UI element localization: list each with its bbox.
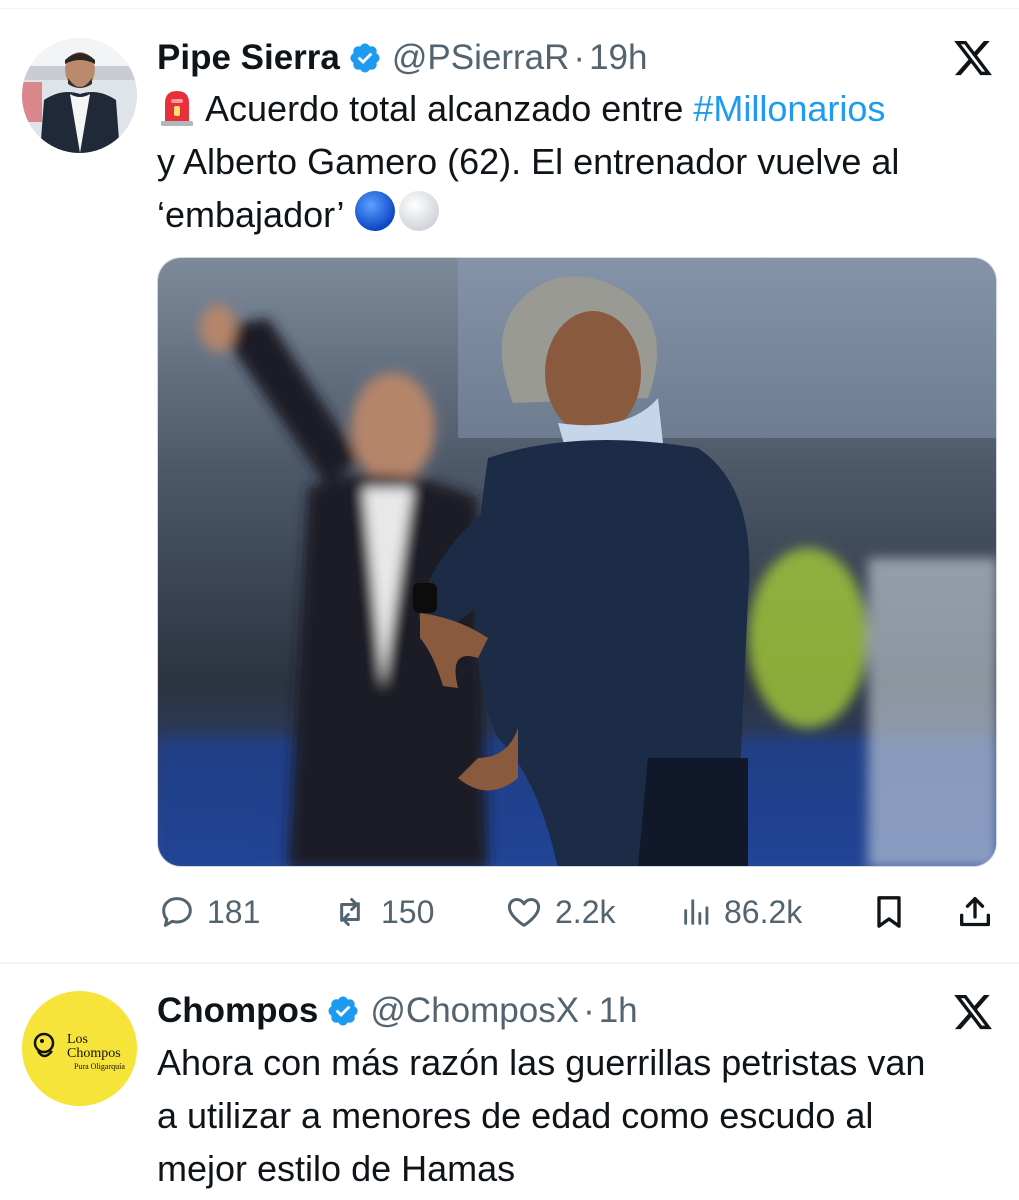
like-count: 2.2k bbox=[555, 893, 616, 930]
reply-icon bbox=[162, 897, 192, 927]
views-icon bbox=[684, 899, 709, 925]
heart-icon bbox=[507, 898, 541, 927]
tweet-pipe-sierra[interactable]: Pipe Sierra @PSierraR · 19h Acuerdo tota… bbox=[0, 0, 1019, 960]
white-circle-emoji bbox=[399, 191, 440, 231]
avatar-logo-tagline: Pura Oligarquía bbox=[74, 1062, 125, 1071]
timestamp[interactable]: 1h bbox=[599, 991, 638, 1031]
like-button[interactable]: 2.2k bbox=[503, 888, 615, 936]
tweet-actions: 181 150 2.2k 86.2k bbox=[157, 888, 1000, 936]
repost-icon bbox=[340, 898, 360, 926]
photo bbox=[158, 258, 996, 866]
display-name[interactable]: Pipe Sierra bbox=[157, 38, 340, 78]
verified-badge-icon[interactable] bbox=[348, 41, 382, 75]
repost-count: 150 bbox=[381, 893, 435, 930]
tweet-media-photo[interactable] bbox=[157, 257, 997, 867]
timestamp[interactable]: 19h bbox=[589, 38, 647, 78]
tweet-header: Chompos @ChomposX · 1h bbox=[157, 989, 638, 1033]
avatar-logo-line1: Los bbox=[67, 1032, 88, 1047]
share-icon bbox=[960, 897, 990, 927]
reply-button[interactable]: 181 bbox=[157, 888, 260, 936]
tweet-text-line: mejor estilo de Hamas bbox=[157, 1148, 516, 1189]
avatar[interactable]: Los Chompos Pura Oligarquía bbox=[22, 991, 137, 1106]
chompos-logo: Los Chompos Pura Oligarquía bbox=[22, 991, 137, 1106]
tweet-text-line: a utilizar a menores de edad como escudo… bbox=[157, 1095, 874, 1136]
avatar[interactable] bbox=[22, 38, 137, 153]
rotating-light-emoji bbox=[161, 91, 193, 126]
separator-dot: · bbox=[583, 991, 595, 1030]
verified-badge-icon[interactable] bbox=[326, 994, 360, 1028]
bookmark-icon bbox=[877, 896, 901, 928]
tweet-text-segment: ‘embajador’ bbox=[157, 194, 344, 235]
share-button[interactable] bbox=[955, 888, 995, 936]
separator-dot: · bbox=[573, 38, 586, 77]
avatar-logo-line2: Chompos bbox=[67, 1046, 121, 1061]
tweet-text: Acuerdo total alcanzado entre #Millonari… bbox=[157, 82, 1007, 241]
tweet-header: Pipe Sierra @PSierraR · 19h bbox=[157, 36, 647, 80]
tweet-text-line: Ahora con más razón las guerrillas petri… bbox=[157, 1042, 926, 1083]
profile-photo bbox=[22, 38, 137, 153]
hashtag-link[interactable]: #Millonarios bbox=[693, 88, 885, 129]
handle[interactable]: @ChomposX bbox=[370, 991, 579, 1031]
tweet-text-line: Acuerdo total alcanzado entre #Millonari… bbox=[157, 82, 1007, 135]
views-button[interactable]: 86.2k bbox=[680, 888, 802, 936]
x-logo-icon[interactable] bbox=[950, 37, 996, 79]
reply-count: 181 bbox=[207, 893, 261, 930]
tweet-text-segment: Acuerdo total alcanzado entre bbox=[205, 88, 694, 129]
display-name[interactable]: Chompos bbox=[157, 991, 318, 1031]
views-count: 86.2k bbox=[724, 893, 803, 930]
tweet-text-line: ‘embajador’ bbox=[157, 188, 1007, 241]
tweet-text-line: y Alberto Gamero (62). El entrenador vue… bbox=[157, 141, 900, 182]
blue-circle-emoji bbox=[355, 191, 396, 231]
bookmark-button[interactable] bbox=[869, 888, 909, 936]
repost-button[interactable]: 150 bbox=[329, 888, 434, 936]
handle[interactable]: @PSierraR bbox=[392, 38, 570, 78]
tweet-text: Ahora con más razón las guerrillas petri… bbox=[157, 1036, 1007, 1195]
x-logo-icon[interactable] bbox=[950, 991, 996, 1033]
